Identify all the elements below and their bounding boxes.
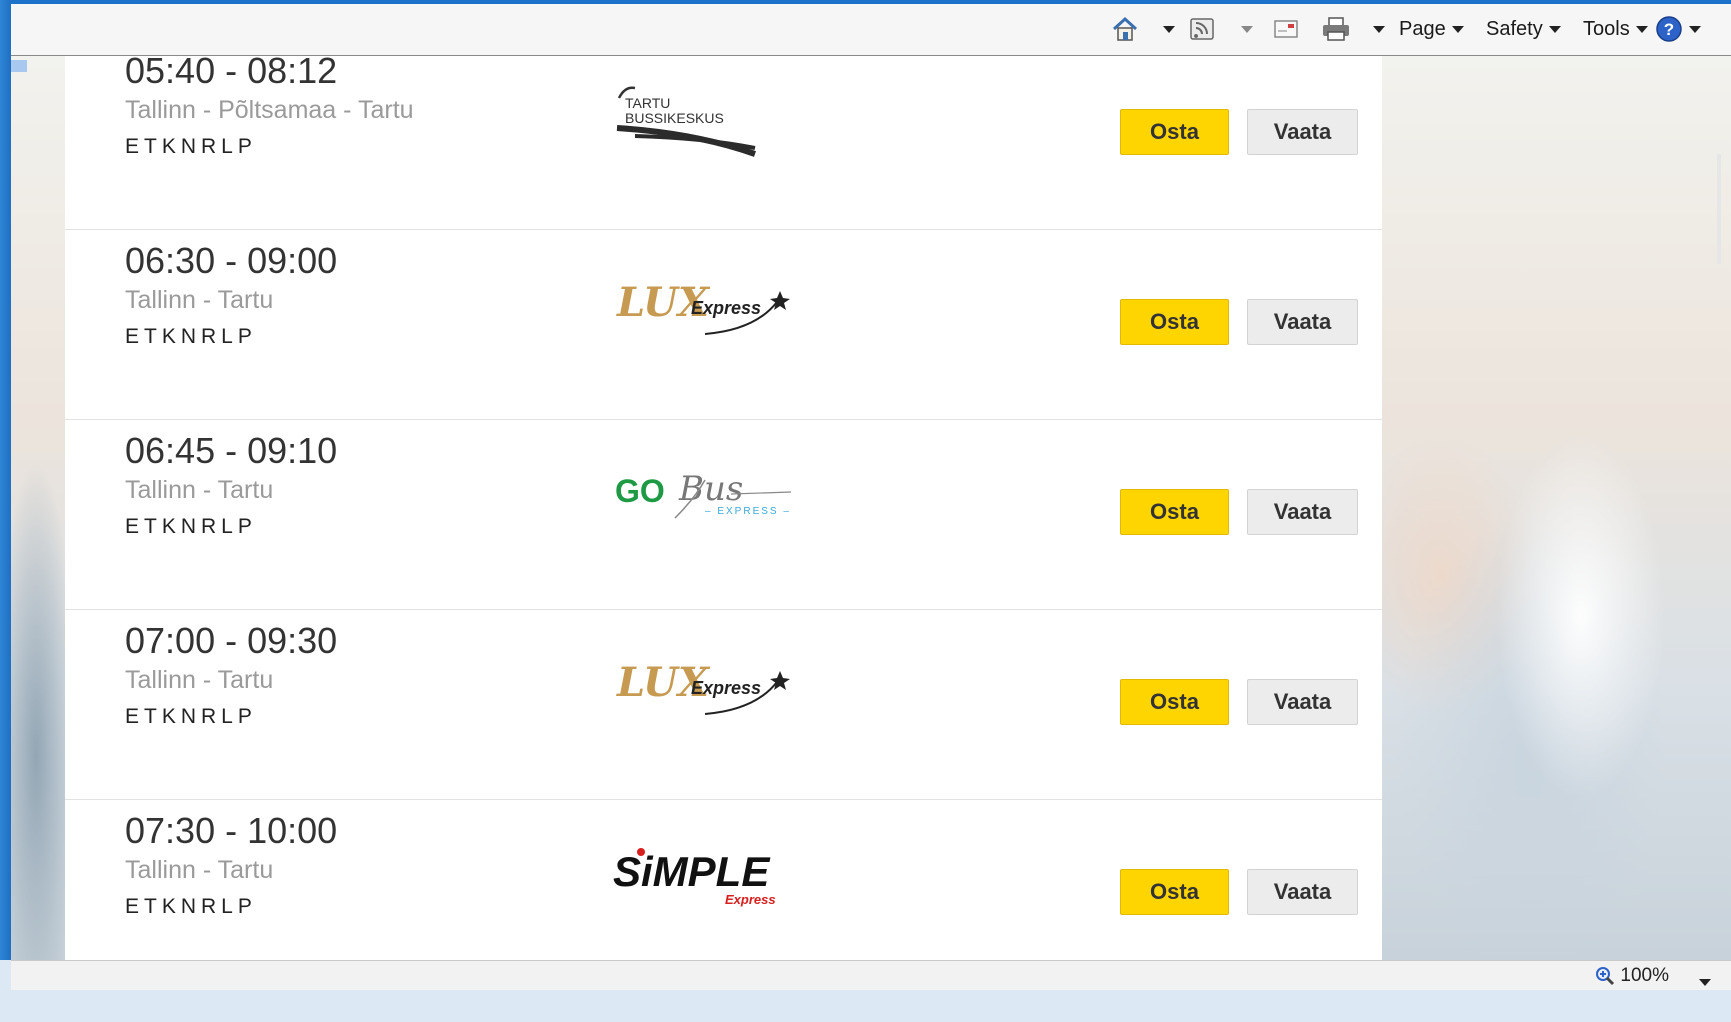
print-icon	[1323, 17, 1349, 41]
logo-text: Bus	[678, 469, 743, 509]
trip-row: 05:40 - 08:12 Tallinn - Põltsamaa - Tart…	[65, 56, 1382, 230]
trip-row: 06:30 - 09:00 Tallinn - Tartu ETKNRLP LU…	[65, 230, 1382, 420]
trip-route: Tallinn - Tartu	[125, 856, 274, 884]
operator-logo: SiMPLE Express	[605, 838, 795, 918]
trip-days: ETKNRLP	[125, 515, 257, 538]
trip-days: ETKNRLP	[125, 325, 257, 348]
chevron-down-icon	[1699, 979, 1711, 986]
mail-icon	[1274, 20, 1298, 38]
chevron-down-icon	[1689, 25, 1701, 33]
page-viewport[interactable]: 05:40 - 08:12 Tallinn - Põltsamaa - Tart…	[11, 56, 1731, 960]
zoom-level: 100%	[1620, 965, 1669, 986]
zoom-dropdown[interactable]	[1693, 973, 1711, 991]
logo-text: BUSSIKESKUS	[625, 110, 724, 126]
trip-row: 06:45 - 09:10 Tallinn - Tartu ETKNRLP GO…	[65, 420, 1382, 610]
zoom-control[interactable]: 100%	[1594, 965, 1669, 987]
feeds-button[interactable]	[1189, 14, 1215, 44]
home-icon	[1112, 16, 1138, 41]
logo-text: GO	[615, 473, 665, 509]
chevron-down-icon	[1241, 25, 1253, 33]
logo-text: – EXPRESS –	[705, 506, 791, 517]
trip-days: ETKNRLP	[125, 135, 257, 158]
operator-logo: LUX Express	[605, 648, 795, 728]
trip-route: Tallinn - Tartu	[125, 666, 274, 694]
chevron-down-icon	[1373, 25, 1385, 33]
status-bar: 100%	[11, 960, 1731, 990]
window-frame-left	[0, 0, 11, 960]
trip-time: 06:30 - 09:00	[125, 240, 338, 281]
trip-list: 05:40 - 08:12 Tallinn - Põltsamaa - Tart…	[65, 56, 1382, 960]
page-menu[interactable]: Page	[1399, 14, 1464, 44]
print-dropdown[interactable]	[1367, 14, 1385, 44]
zoom-icon	[1596, 967, 1615, 986]
logo-text: Express	[725, 892, 776, 907]
help-icon: ?	[1656, 16, 1682, 42]
mail-button[interactable]	[1273, 14, 1299, 44]
tools-menu[interactable]: Tools	[1583, 14, 1648, 44]
view-button[interactable]: Vaata	[1247, 489, 1358, 535]
command-bar: Page Safety Tools ?	[11, 4, 1731, 56]
operator-logo: GO Bus – EXPRESS –	[605, 458, 795, 538]
home-button[interactable]	[1111, 14, 1139, 44]
buy-button[interactable]: Osta	[1120, 299, 1229, 345]
buy-button[interactable]: Osta	[1120, 489, 1229, 535]
logo-text: Express	[691, 678, 761, 698]
selection-marker	[11, 60, 27, 72]
tools-menu-label: Tools	[1583, 17, 1630, 40]
chevron-down-icon	[1163, 25, 1175, 33]
trip-time: 06:45 - 09:10	[125, 430, 338, 471]
trip-time: 05:40 - 08:12	[125, 56, 338, 91]
scrollbar-thumb[interactable]	[1717, 154, 1721, 264]
safety-menu[interactable]: Safety	[1486, 14, 1561, 44]
view-button[interactable]: Vaata	[1247, 109, 1358, 155]
home-dropdown[interactable]	[1157, 14, 1175, 44]
logo-dot	[637, 848, 645, 856]
buy-button[interactable]: Osta	[1120, 679, 1229, 725]
operator-logo: TARTU BUSSIKESKUS	[605, 78, 795, 158]
logo-text: Express	[691, 298, 761, 318]
trip-route: Tallinn - Põltsamaa - Tartu	[125, 96, 414, 124]
view-button[interactable]: Vaata	[1247, 869, 1358, 915]
view-button[interactable]: Vaata	[1247, 679, 1358, 725]
logo-text: SiMPLE	[613, 848, 771, 895]
trip-days: ETKNRLP	[125, 895, 257, 918]
trip-route: Tallinn - Tartu	[125, 476, 274, 504]
trip-time: 07:30 - 10:00	[125, 810, 338, 851]
trip-days: ETKNRLP	[125, 705, 257, 728]
view-button[interactable]: Vaata	[1247, 299, 1358, 345]
trip-time: 07:00 - 09:30	[125, 620, 338, 661]
print-button[interactable]	[1321, 14, 1351, 44]
buy-button[interactable]: Osta	[1120, 869, 1229, 915]
help-menu[interactable]: ?	[1655, 14, 1701, 44]
feeds-dropdown[interactable]	[1235, 14, 1253, 44]
svg-text:?: ?	[1664, 20, 1674, 39]
chevron-down-icon	[1635, 25, 1648, 33]
operator-logo: LUX Express	[605, 268, 795, 348]
page-menu-label: Page	[1399, 17, 1446, 40]
trip-row: 07:30 - 10:00 Tallinn - Tartu ETKNRLP Si…	[65, 800, 1382, 960]
chevron-down-icon	[1548, 25, 1561, 33]
safety-menu-label: Safety	[1486, 17, 1543, 40]
feeds-icon	[1190, 18, 1214, 40]
chevron-down-icon	[1451, 25, 1464, 33]
trip-row: 07:00 - 09:30 Tallinn - Tartu ETKNRLP LU…	[65, 610, 1382, 800]
trip-route: Tallinn - Tartu	[125, 286, 274, 314]
logo-text: TARTU	[625, 95, 670, 111]
buy-button[interactable]: Osta	[1120, 109, 1229, 155]
